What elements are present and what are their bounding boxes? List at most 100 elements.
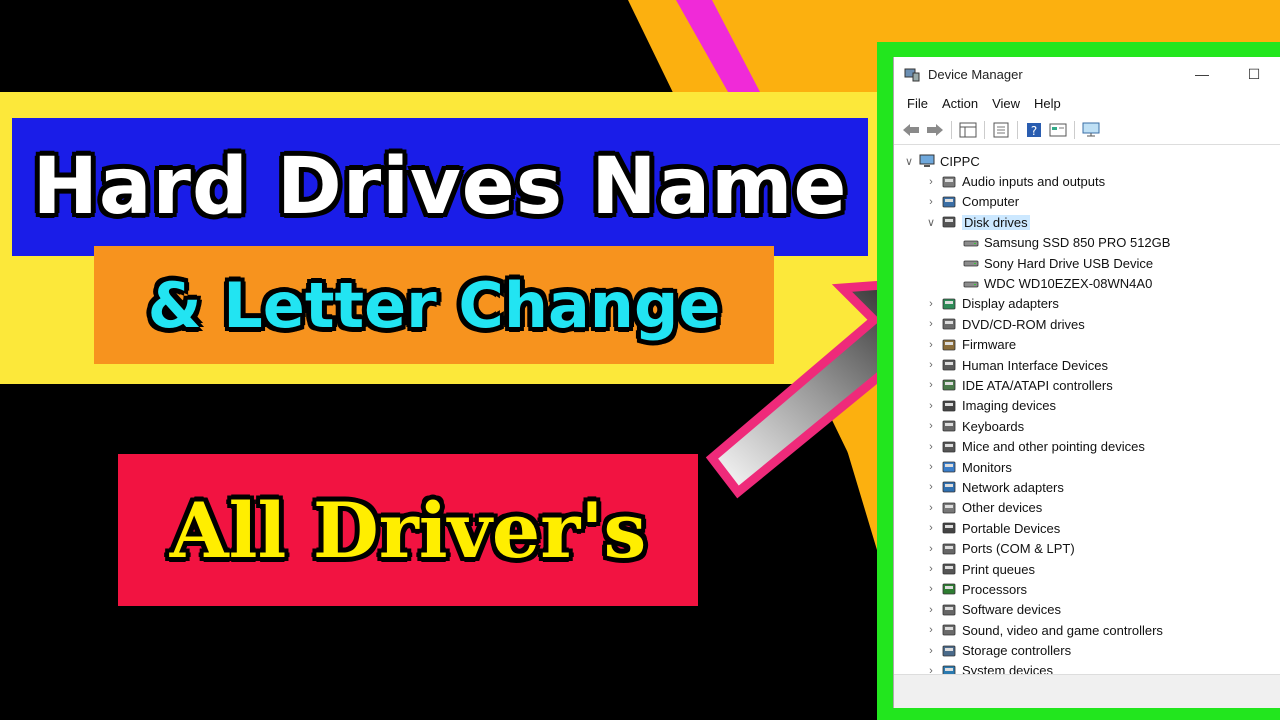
chevron-right-icon[interactable]: › <box>924 335 938 355</box>
chevron-right-icon[interactable]: › <box>924 641 938 661</box>
tree-category[interactable]: › DVD/CD-ROM drives <box>894 314 1280 334</box>
monitor-icon[interactable] <box>1080 119 1102 141</box>
properties-grid-icon[interactable] <box>957 119 979 141</box>
tree-category[interactable]: › Storage controllers <box>894 640 1280 660</box>
menu-file[interactable]: File <box>900 96 935 111</box>
maximize-button[interactable]: ☐ <box>1228 57 1280 91</box>
tree-category-label: Other devices <box>962 500 1043 516</box>
disk-drive-icon <box>963 277 979 291</box>
printer-icon <box>941 562 957 576</box>
tree-category[interactable]: › Sound, video and game controllers <box>894 620 1280 640</box>
chevron-right-icon[interactable]: › <box>924 600 938 620</box>
tree-category-label: Audio inputs and outputs <box>962 174 1106 190</box>
chevron-right-icon[interactable]: › <box>924 396 938 416</box>
help-icon[interactable]: ? <box>1023 119 1045 141</box>
chevron-right-icon[interactable]: › <box>924 172 938 192</box>
chevron-right-icon[interactable]: › <box>924 355 938 375</box>
ide-icon <box>941 378 957 392</box>
tree-category[interactable]: › Human Interface Devices <box>894 355 1280 375</box>
tree-category-label: Human Interface Devices <box>962 357 1108 373</box>
port-icon <box>941 542 957 556</box>
tree-category[interactable]: › Keyboards <box>894 416 1280 436</box>
tree-category[interactable]: › Firmware <box>894 335 1280 355</box>
tree-category[interactable]: › Computer <box>894 192 1280 212</box>
chevron-right-icon[interactable]: › <box>924 559 938 579</box>
chevron-down-icon[interactable]: ∨ <box>924 212 938 232</box>
minimize-button[interactable]: — <box>1176 57 1228 91</box>
disk-drive-icon <box>941 215 957 229</box>
keyboard-icon <box>941 419 957 433</box>
chevron-right-icon[interactable]: › <box>924 620 938 640</box>
tree-device[interactable]: WDC WD10EZEX-08WN4A0 <box>894 273 1280 293</box>
processor-icon <box>941 582 957 596</box>
tree-category[interactable]: › Ports (COM & LPT) <box>894 538 1280 558</box>
tree-device[interactable]: Sony Hard Drive USB Device <box>894 253 1280 273</box>
tree-category[interactable]: › Print queues <box>894 559 1280 579</box>
tree-category[interactable]: › Imaging devices <box>894 396 1280 416</box>
monitor-icon <box>941 460 957 474</box>
chevron-right-icon[interactable]: › <box>924 518 938 538</box>
details-icon[interactable] <box>990 119 1012 141</box>
tree-category-label: Software devices <box>962 602 1061 618</box>
tree-category[interactable]: ∨ Disk drives <box>894 212 1280 232</box>
computer-icon <box>941 195 957 209</box>
back-arrow-icon[interactable] <box>900 119 922 141</box>
chevron-right-icon[interactable]: › <box>924 661 938 674</box>
chevron-right-icon[interactable]: › <box>924 314 938 334</box>
dvd-icon <box>941 317 957 331</box>
chevron-right-icon[interactable]: › <box>924 477 938 497</box>
tree-category-label: Ports (COM & LPT) <box>962 541 1075 557</box>
tree-category-label: Storage controllers <box>962 643 1072 659</box>
tree-category[interactable]: › Mice and other pointing devices <box>894 436 1280 456</box>
tree-category[interactable]: › Software devices <box>894 600 1280 620</box>
tree-category[interactable]: › Portable Devices <box>894 518 1280 538</box>
tree-category-label: Display adapters <box>962 296 1059 312</box>
tree-category[interactable]: › System devices <box>894 661 1280 674</box>
tree-category-label: Monitors <box>962 459 1012 475</box>
title-bar[interactable]: Device Manager — ☐ <box>894 57 1280 91</box>
chevron-right-icon[interactable]: › <box>924 498 938 518</box>
title-line1: Hard Drives Name <box>32 142 848 232</box>
chevron-right-icon[interactable]: › <box>924 437 938 457</box>
tree-category-label: Sound, video and game controllers <box>962 622 1163 638</box>
other-device-icon <box>941 501 957 515</box>
chevron-right-icon[interactable]: › <box>924 294 938 314</box>
status-bar <box>894 674 1280 708</box>
menu-action[interactable]: Action <box>935 96 985 111</box>
console-icon[interactable] <box>1047 119 1069 141</box>
tree-device[interactable]: Samsung SSD 850 PRO 512GB <box>894 233 1280 253</box>
title-line2: & Letter Change <box>147 268 721 342</box>
chevron-right-icon[interactable]: › <box>924 539 938 559</box>
chevron-down-icon[interactable]: ∨ <box>902 151 916 171</box>
tree-root[interactable]: ∨ CIPPC <box>894 151 1280 171</box>
tree-category-label: Disk drives <box>962 214 1030 230</box>
device-manager-window: Device Manager — ☐ File Action View Help… <box>893 57 1280 708</box>
chevron-right-icon[interactable]: › <box>924 457 938 477</box>
device-tree[interactable]: ∨ CIPPC › Audio inputs and outputs › Computer… <box>894 151 1280 674</box>
tree-category[interactable]: › Audio inputs and outputs <box>894 171 1280 191</box>
tree-category-label: Mice and other pointing devices <box>962 439 1145 455</box>
tree-category[interactable]: › Other devices <box>894 498 1280 518</box>
software-device-icon <box>941 603 957 617</box>
computer-icon <box>919 154 935 168</box>
tree-category[interactable]: › Display adapters <box>894 294 1280 314</box>
chevron-right-icon[interactable]: › <box>924 375 938 395</box>
disk-drive-icon <box>963 256 979 270</box>
tree-category[interactable]: › IDE ATA/ATAPI controllers <box>894 375 1280 395</box>
tree-category-label: IDE ATA/ATAPI controllers <box>962 377 1113 393</box>
hid-icon <box>941 358 957 372</box>
tree-category[interactable]: › Network adapters <box>894 477 1280 497</box>
tree-category-label: Processors <box>962 581 1028 597</box>
tree-device-label: WDC WD10EZEX-08WN4A0 <box>984 276 1153 292</box>
chevron-right-icon[interactable]: › <box>924 579 938 599</box>
tree-category[interactable]: › Monitors <box>894 457 1280 477</box>
tree-category[interactable]: › Processors <box>894 579 1280 599</box>
tree-category-label: Portable Devices <box>962 520 1061 536</box>
forward-arrow-icon[interactable] <box>924 119 946 141</box>
menu-help[interactable]: Help <box>1027 96 1068 111</box>
system-icon <box>941 664 957 674</box>
menu-view[interactable]: View <box>985 96 1027 111</box>
chevron-right-icon[interactable]: › <box>924 192 938 212</box>
chevron-right-icon[interactable]: › <box>924 416 938 436</box>
device-manager-icon <box>904 66 920 82</box>
